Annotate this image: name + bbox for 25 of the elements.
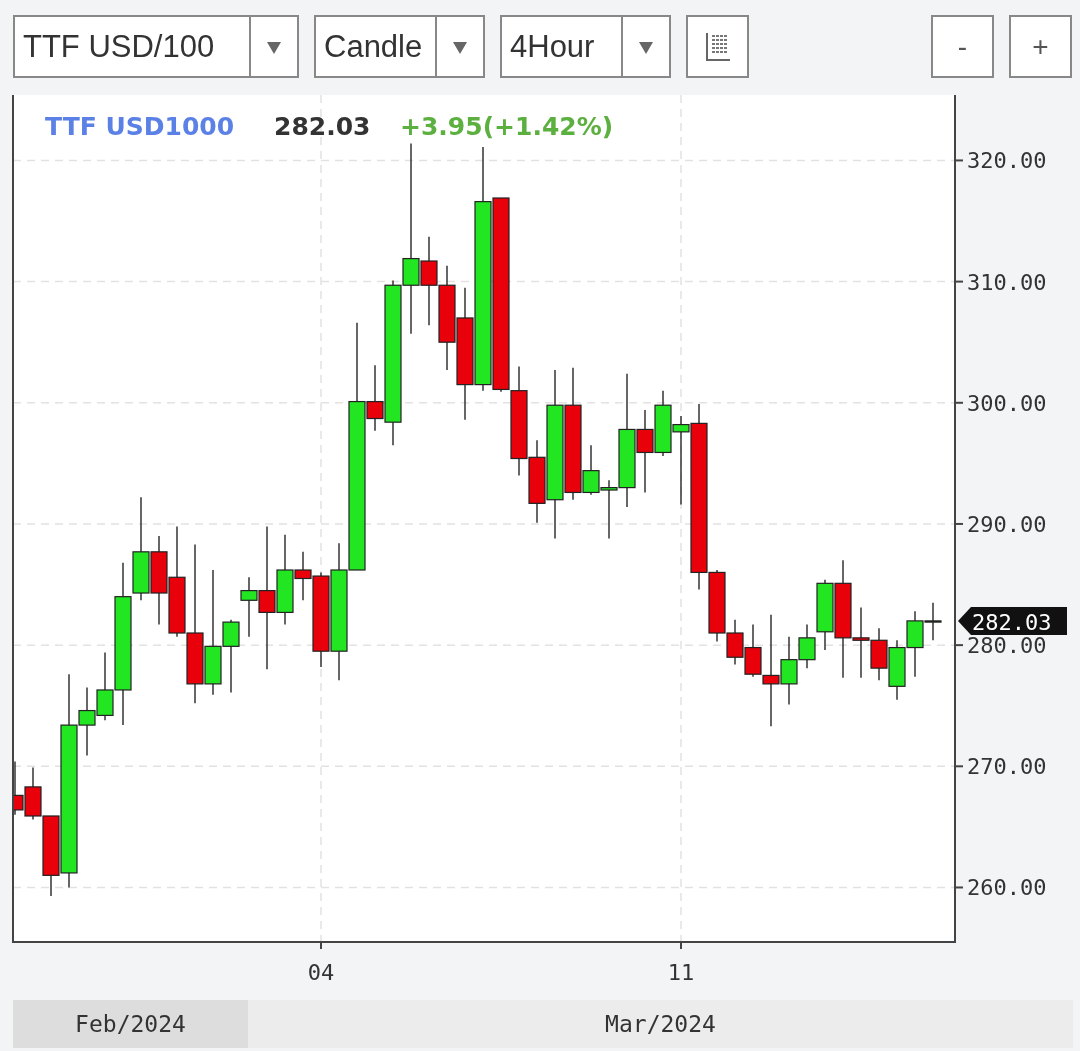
y-axis-label: 290.00: [967, 511, 1047, 537]
interval-select[interactable]: 4Hour: [500, 15, 671, 78]
candlestick: [654, 389, 672, 457]
y-axis-label: 270.00: [967, 754, 1047, 780]
period-label[interactable]: Mar/2024: [248, 1000, 1073, 1048]
table-view-button[interactable]: [686, 15, 749, 78]
candlestick: [870, 627, 888, 681]
zoom-in-button[interactable]: +: [1009, 15, 1072, 78]
zoom-out-button[interactable]: -: [931, 15, 994, 78]
y-axis-label: 260.00: [967, 875, 1047, 901]
list-icon: [704, 31, 731, 62]
y-axis-label: 320.00: [967, 148, 1047, 174]
y-axis-label: 280.00: [967, 633, 1047, 659]
legend-change: +3.95(+1.42%): [400, 112, 614, 141]
y-axis-label: 310.00: [967, 269, 1047, 295]
legend-price: 282.03: [274, 112, 371, 141]
candlestick: [888, 639, 906, 701]
chart-type-select[interactable]: Candle: [314, 15, 485, 78]
period-label[interactable]: Feb/2024: [13, 1000, 248, 1048]
legend-symbol: TTF USD1000: [45, 112, 235, 141]
y-axis-label: 300.00: [967, 390, 1047, 416]
x-axis-label: 11: [667, 960, 695, 985]
instrument-select[interactable]: TTF USD/100: [13, 15, 299, 78]
x-axis-label: 04: [307, 960, 335, 985]
price-marker: 282.03: [958, 606, 1067, 635]
